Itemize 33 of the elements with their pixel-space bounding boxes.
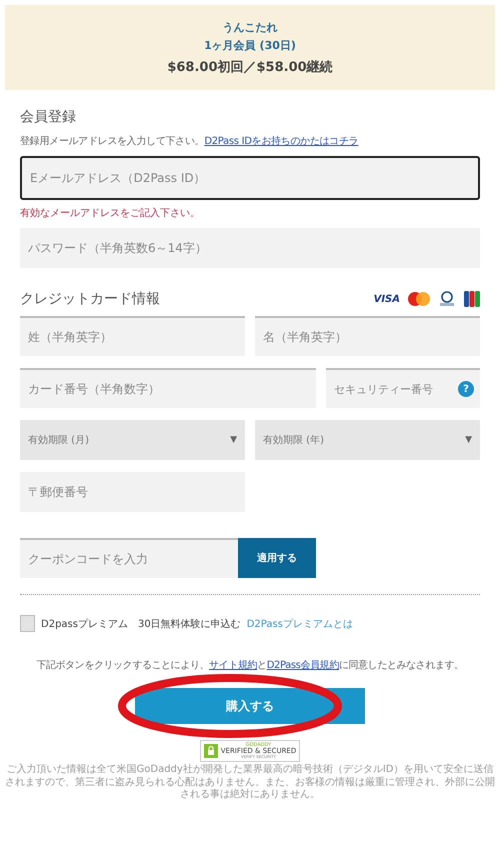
premium-label: D2passプレミアム 30日無料体験に申込む xyxy=(41,618,241,630)
coupon-field[interactable]: クーポンコードを入力 xyxy=(20,538,238,578)
d2pass-id-link[interactable]: D2Pass IDをお持ちのかたはコチラ xyxy=(204,136,358,147)
error-message: 有効なメールアドレスをご記入下さい。 xyxy=(20,206,201,220)
agreement-text: 下記ボタンをクリックすることにより、サイト規約と D2Pass会員規約に同意したとみなされます。 xyxy=(35,658,465,672)
purchase-button[interactable]: 購入する xyxy=(135,688,365,724)
first-name-field[interactable]: 名（半角英字） xyxy=(255,316,480,356)
apply-button[interactable]: 適用する xyxy=(238,538,316,578)
plan-name: うんこたれ xyxy=(222,20,278,34)
plan-term: 1ヶ月会員 (30日) xyxy=(204,38,296,52)
lock-icon xyxy=(204,744,218,758)
diners-icon xyxy=(438,291,456,307)
security-code-field[interactable]: セキュリティー番号 ? xyxy=(326,368,480,408)
expiry-month-select[interactable]: 有効期限 (月) ▼ xyxy=(20,420,245,460)
postal-code-field[interactable]: 〒郵便番号 xyxy=(20,472,245,512)
site-terms-link[interactable]: サイト規約 xyxy=(209,660,258,671)
visa-logo: VISA xyxy=(374,294,400,304)
security-note: ご入力頂いた情報は全て米国GoDaddy社が開発した業界最高の暗号技術（デジタルID）を用いて安全に送信されますので、第三者に盗み見られる心配はありません。また、お客様の情報は厳重に管理され、外部に公開される事は絶対にありません。 xyxy=(5,764,495,802)
email-hint: 登録用メールアドレスを入力して下さい。D2Pass IDをお持ちのかたはコチラ xyxy=(20,134,360,148)
section-heading: 会員登録 xyxy=(20,108,77,126)
premium-link[interactable]: D2Passプレミアムとは xyxy=(246,616,353,630)
email-field[interactable]: Eメールアドレス（D2Pass ID） xyxy=(20,156,480,200)
plan-price: $68.00初回／$58.00継続 xyxy=(167,58,333,76)
member-terms-link[interactable]: D2Pass会員規約 xyxy=(266,660,339,671)
card-number-field[interactable]: カード番号（半角数字） xyxy=(20,368,316,408)
expiry-year-select[interactable]: 有効期限 (年) ▼ xyxy=(255,420,480,460)
password-field[interactable]: パスワード（半角英数6～14字） xyxy=(20,228,480,268)
jcb-icon xyxy=(464,291,480,307)
premium-checkbox[interactable] xyxy=(20,615,35,632)
help-icon[interactable]: ? xyxy=(458,381,474,397)
last-name-field[interactable]: 姓（半角英字） xyxy=(20,316,245,356)
section-heading: クレジットカード情報 xyxy=(20,290,160,308)
mastercard-icon xyxy=(408,292,430,306)
